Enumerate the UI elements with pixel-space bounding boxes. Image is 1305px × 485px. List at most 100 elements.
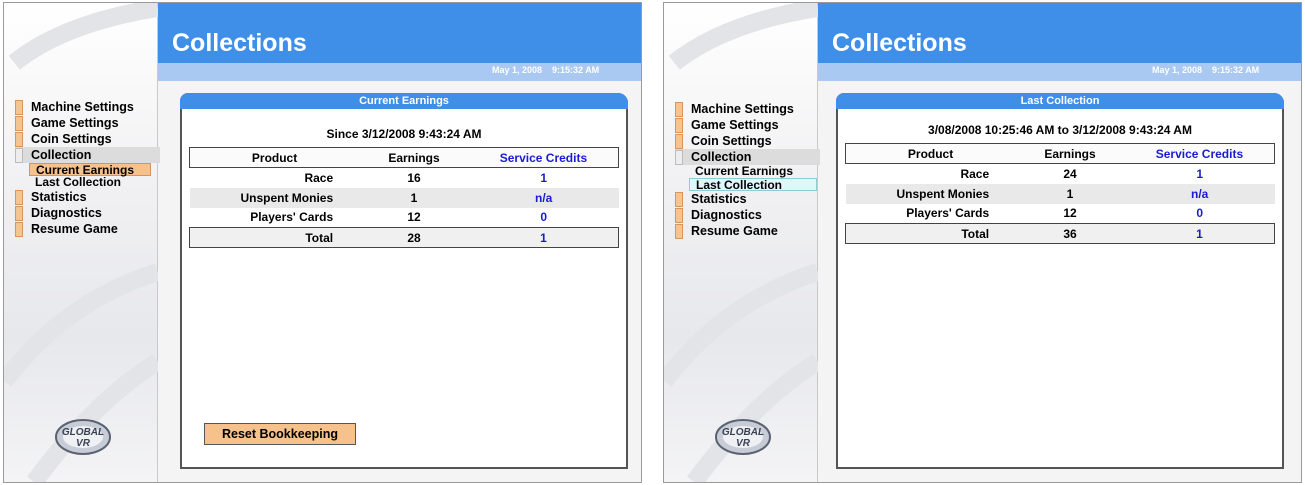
- menu-tab-icon: [15, 206, 23, 221]
- service-credits-cell: n/a: [468, 187, 619, 208]
- product-cell: Race: [960, 166, 990, 181]
- menu-item-resume-game[interactable]: Resume Game: [675, 223, 820, 239]
- menu-item-diagnostics[interactable]: Diagnostics: [15, 205, 160, 221]
- submenu-item-last-collection[interactable]: Last Collection: [29, 176, 160, 189]
- collection-expanded-icon: [675, 150, 683, 165]
- earnings-cell: 16: [407, 170, 421, 185]
- datetime-bar: May 1, 2008 9:15:32 AM: [158, 63, 641, 81]
- header-bar: Collections: [818, 3, 1301, 63]
- table-row: Race 24 1: [846, 164, 1275, 184]
- total-label: Total: [189, 227, 360, 248]
- panel-title: Last Collection: [836, 93, 1284, 109]
- background-swoosh: [4, 3, 158, 482]
- reset-bookkeeping-button[interactable]: Reset Bookkeeping: [204, 423, 356, 445]
- menu-item-label: Diagnostics: [31, 206, 102, 220]
- time-readout: 9:15:32 AM: [1212, 65, 1260, 75]
- total-label: Total: [845, 223, 1016, 244]
- menu-item-label: Collection: [31, 148, 92, 162]
- table-row: Race 16 1: [190, 168, 619, 188]
- service-credits-cell: 0: [540, 210, 548, 225]
- menu-item-coin-settings[interactable]: Coin Settings: [15, 131, 160, 147]
- service-credits-cell: 0: [1196, 206, 1204, 221]
- sidebar: [664, 3, 818, 482]
- sidebar: [4, 3, 158, 482]
- current-earnings-screen: Collections May 1, 2008 9:15:32 AM Machi…: [3, 2, 642, 483]
- menu-item-label: Game Settings: [31, 116, 119, 130]
- menu-item-collection[interactable]: Collection: [15, 147, 160, 163]
- last-collection-screen: Collections May 1, 2008 9:15:32 AM Machi…: [663, 2, 1302, 483]
- menu-item-label: Game Settings: [691, 118, 779, 132]
- menu-tab-icon: [15, 116, 23, 131]
- menu-tab-icon: [675, 102, 683, 117]
- menu-item-label: Collection: [691, 150, 752, 164]
- menu-tab-icon: [675, 134, 683, 149]
- current-earnings-panel: Current Earnings Since 3/12/2008 9:43:24…: [180, 93, 628, 469]
- settings-menu: Machine Settings Game Settings Coin Sett…: [675, 101, 820, 239]
- datetime-bar: May 1, 2008 9:15:32 AM: [818, 63, 1301, 81]
- menu-tab-icon: [675, 224, 683, 239]
- column-header-earnings: Earnings: [1015, 143, 1125, 164]
- menu-item-statistics[interactable]: Statistics: [675, 191, 820, 207]
- global-vr-logo: GLOBAL VR: [55, 419, 111, 455]
- svg-text:GLOBAL: GLOBAL: [62, 427, 104, 438]
- menu-item-label: Resume Game: [691, 224, 778, 238]
- menu-tab-icon: [15, 100, 23, 115]
- table-header-row: Product Earnings Service Credits: [845, 143, 1275, 164]
- svg-text:VR: VR: [736, 438, 751, 449]
- earnings-cell: 12: [1063, 206, 1077, 221]
- product-cell: Players' Cards: [250, 210, 334, 225]
- menu-item-collection[interactable]: Collection: [675, 149, 820, 165]
- global-vr-logo: GLOBAL VR: [715, 419, 771, 455]
- panel-title: Current Earnings: [180, 93, 628, 109]
- menu-tab-icon: [675, 208, 683, 223]
- earnings-cell: 1: [359, 187, 469, 208]
- menu-item-label: Machine Settings: [691, 102, 794, 116]
- service-credits-cell: 1: [1196, 166, 1204, 181]
- table-total-row: Total 36 1: [845, 223, 1275, 244]
- menu-item-resume-game[interactable]: Resume Game: [15, 221, 160, 237]
- table-row: Unspent Monies 1 n/a: [845, 183, 1275, 204]
- svg-text:GLOBAL: GLOBAL: [722, 427, 764, 438]
- total-earnings: 28: [359, 227, 469, 248]
- menu-item-machine-settings[interactable]: Machine Settings: [675, 101, 820, 117]
- earnings-cell: 1: [1015, 183, 1125, 204]
- menu-item-label: Statistics: [691, 192, 747, 206]
- menu-tab-icon: [15, 190, 23, 205]
- menu-item-coin-settings[interactable]: Coin Settings: [675, 133, 820, 149]
- last-collection-panel: Last Collection 3/08/2008 10:25:46 AM to…: [836, 93, 1284, 469]
- product-cell: Race: [304, 170, 334, 185]
- header-bar: Collections: [158, 3, 641, 63]
- earnings-table: Product Earnings Service Credits Race 24…: [845, 143, 1275, 244]
- table-row: Players' Cards 12 0: [190, 208, 619, 228]
- table-total-row: Total 28 1: [189, 227, 619, 248]
- period-label: 3/08/2008 10:25:46 AM to 3/12/2008 9:43:…: [928, 123, 1192, 137]
- settings-menu: Machine Settings Game Settings Coin Sett…: [15, 99, 160, 237]
- column-header-service-credits: Service Credits: [468, 147, 619, 168]
- earnings-cell: 12: [407, 210, 421, 225]
- menu-item-game-settings[interactable]: Game Settings: [675, 117, 820, 133]
- time-readout: 9:15:32 AM: [552, 65, 600, 75]
- menu-item-machine-settings[interactable]: Machine Settings: [15, 99, 160, 115]
- collection-expanded-icon: [15, 148, 23, 163]
- table-row: Players' Cards 12 0: [846, 204, 1275, 224]
- total-service-credits: 1: [468, 227, 619, 248]
- total-earnings: 36: [1015, 223, 1125, 244]
- service-credits-cell: n/a: [1124, 183, 1275, 204]
- menu-item-game-settings[interactable]: Game Settings: [15, 115, 160, 131]
- menu-item-diagnostics[interactable]: Diagnostics: [675, 207, 820, 223]
- page-title: Collections: [832, 29, 967, 57]
- page-title: Collections: [172, 29, 307, 57]
- submenu-item-last-collection[interactable]: Last Collection: [689, 178, 817, 191]
- menu-item-label: Diagnostics: [691, 208, 762, 222]
- background-swoosh: [664, 3, 818, 482]
- product-cell: Players' Cards: [906, 206, 990, 221]
- earnings-table: Product Earnings Service Credits Race 16…: [189, 147, 619, 248]
- product-cell: Unspent Monies: [845, 183, 1016, 204]
- service-credits-cell: 1: [540, 170, 548, 185]
- submenu-item-current-earnings[interactable]: Current Earnings: [689, 165, 820, 178]
- menu-item-statistics[interactable]: Statistics: [15, 189, 160, 205]
- menu-tab-icon: [675, 118, 683, 133]
- column-header-product: Product: [845, 143, 1016, 164]
- date-readout: May 1, 2008: [1152, 65, 1203, 75]
- table-header-row: Product Earnings Service Credits: [189, 147, 619, 168]
